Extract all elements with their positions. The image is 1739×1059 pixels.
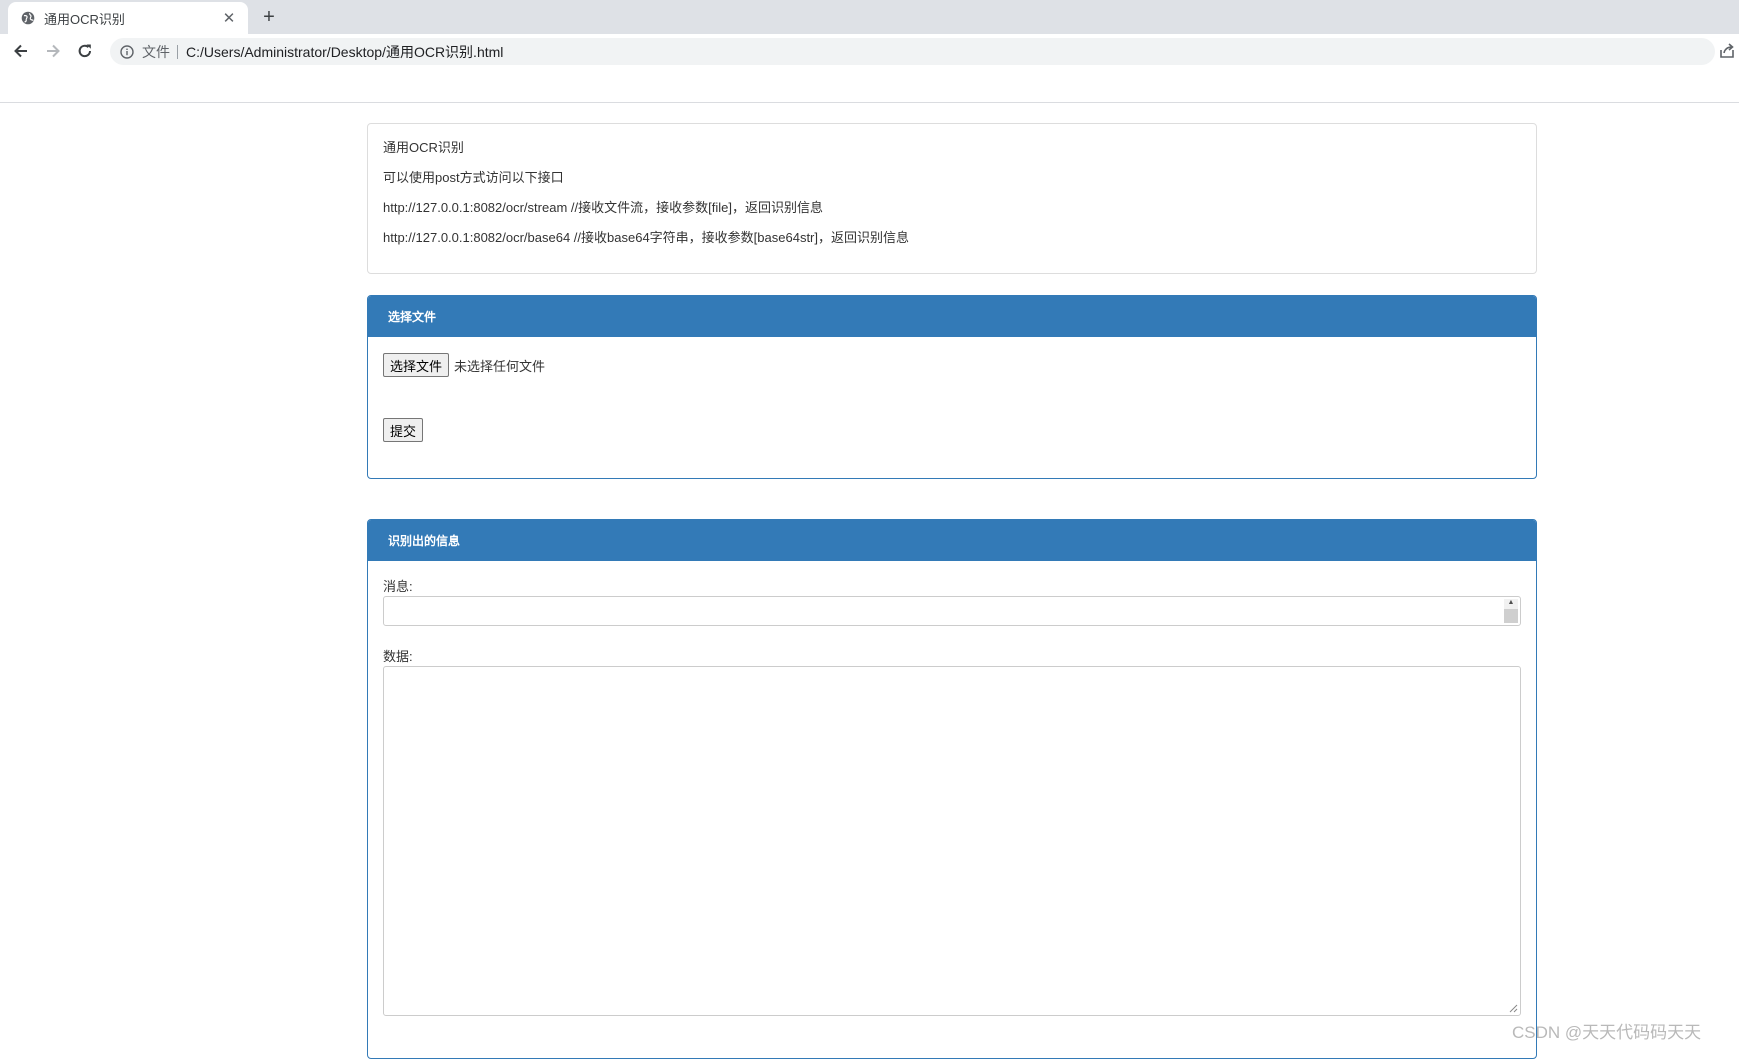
tab-title: 通用OCR识别 bbox=[44, 11, 125, 27]
back-icon[interactable] bbox=[10, 40, 32, 62]
chrome-divider bbox=[0, 102, 1739, 103]
file-panel-heading: 选择文件 bbox=[368, 296, 1536, 337]
data-label: 数据: bbox=[383, 649, 413, 664]
reload-icon[interactable] bbox=[74, 40, 96, 62]
browser-tabstrip: 通用OCR识别 ✕ + bbox=[0, 0, 1739, 34]
watermark-text: CSDN @天天代码码天天 bbox=[1512, 1023, 1702, 1042]
message-scrollbar[interactable]: ▲ bbox=[1504, 599, 1518, 623]
choose-file-button[interactable]: 选择文件 bbox=[383, 353, 450, 377]
file-input[interactable]: 选择文件 未选择任何文件 bbox=[383, 353, 545, 377]
info-title: 通用OCR识别 bbox=[383, 140, 464, 155]
info-description: 可以使用post方式访问以下接口 bbox=[383, 170, 564, 185]
share-icon[interactable] bbox=[1718, 42, 1736, 60]
file-panel: 选择文件 选择文件 未选择任何文件 提交 bbox=[367, 295, 1537, 479]
result-panel: 识别出的信息 消息: ▲ 数据: bbox=[367, 519, 1537, 1059]
info-endpoint-base64: http://127.0.0.1:8082/ocr/base64 //接收bas… bbox=[383, 230, 909, 245]
info-endpoint-stream: http://127.0.0.1:8082/ocr/stream //接收文件流… bbox=[383, 200, 823, 215]
resize-handle-icon[interactable] bbox=[1508, 1003, 1518, 1013]
message-label: 消息: bbox=[383, 579, 413, 594]
globe-icon bbox=[21, 11, 35, 25]
message-field[interactable]: ▲ bbox=[383, 596, 1521, 626]
no-file-chosen-text: 未选择任何文件 bbox=[454, 358, 546, 374]
url-text[interactable]: C:/Users/Administrator/Desktop/通用OCR识别.h… bbox=[186, 42, 503, 62]
address-bar[interactable]: 文件 C:/Users/Administrator/Desktop/通用OCR识… bbox=[110, 38, 1715, 65]
result-panel-heading: 识别出的信息 bbox=[368, 520, 1536, 561]
info-icon[interactable] bbox=[120, 44, 134, 59]
scheme-label: 文件 bbox=[142, 43, 170, 60]
forward-icon[interactable] bbox=[42, 40, 64, 62]
submit-button[interactable]: 提交 bbox=[383, 418, 424, 442]
close-icon[interactable]: ✕ bbox=[220, 9, 238, 27]
browser-tab[interactable]: 通用OCR识别 ✕ bbox=[8, 2, 248, 34]
omnibox-divider bbox=[177, 44, 178, 59]
scroll-up-arrow-icon[interactable]: ▲ bbox=[1508, 599, 1515, 607]
api-info-well: 通用OCR识别 可以使用post方式访问以下接口 http://127.0.0.… bbox=[367, 123, 1537, 274]
resize-handle-icon[interactable] bbox=[1504, 609, 1518, 623]
data-textarea[interactable] bbox=[383, 666, 1521, 1016]
new-tab-button[interactable]: + bbox=[258, 6, 280, 28]
browser-toolbar: 文件 C:/Users/Administrator/Desktop/通用OCR识… bbox=[0, 34, 1739, 68]
